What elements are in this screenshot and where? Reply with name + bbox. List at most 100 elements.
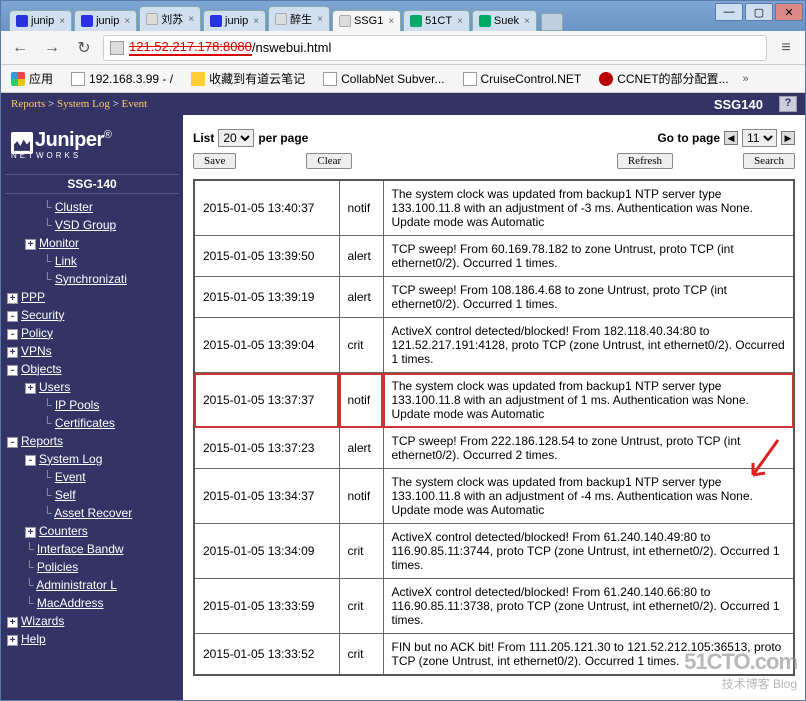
- tree-node[interactable]: └ Administrator L: [5, 576, 179, 594]
- tree-node[interactable]: +Users: [5, 378, 179, 396]
- tree-node[interactable]: └ IP Pools: [5, 396, 179, 414]
- browser-tab[interactable]: SSG1×: [332, 10, 401, 31]
- bookmark-item[interactable]: CruiseControl.NET: [459, 68, 586, 89]
- tree-link[interactable]: Certificates: [55, 416, 115, 430]
- browser-tab[interactable]: Suek×: [472, 10, 537, 31]
- close-window-button[interactable]: ✕: [775, 3, 803, 21]
- browser-tab[interactable]: 醉生×: [268, 6, 330, 31]
- refresh-button[interactable]: Refresh: [617, 153, 673, 169]
- minimize-button[interactable]: —: [715, 3, 743, 21]
- tree-toggle-icon[interactable]: -: [25, 455, 36, 466]
- tree-node[interactable]: +VPNs: [5, 342, 179, 360]
- url-input[interactable]: 121.52.217.178:8080/nswebui.html: [103, 35, 767, 61]
- tree-node[interactable]: └ Synchronizati: [5, 270, 179, 288]
- chrome-menu-button[interactable]: ≡: [773, 35, 799, 61]
- clear-button[interactable]: Clear: [306, 153, 352, 169]
- tree-link[interactable]: Event: [55, 470, 86, 484]
- browser-tab[interactable]: 51CT×: [403, 10, 470, 31]
- tree-link[interactable]: Administrator L: [36, 578, 117, 592]
- page-next-button[interactable]: ▶: [781, 131, 795, 145]
- tree-link[interactable]: System Log: [39, 452, 102, 466]
- breadcrumb-systemlog[interactable]: System Log: [57, 98, 110, 110]
- breadcrumb-reports[interactable]: Reports: [11, 98, 45, 110]
- browser-tab[interactable]: junip×: [203, 10, 266, 31]
- tree-toggle-icon[interactable]: +: [7, 293, 18, 304]
- tree-link[interactable]: Policies: [37, 560, 78, 574]
- tree-link[interactable]: Link: [55, 254, 77, 268]
- tab-close-icon[interactable]: ×: [524, 16, 530, 27]
- new-tab-button[interactable]: [541, 13, 563, 31]
- tree-link[interactable]: MacAddress: [37, 596, 104, 610]
- tree-link[interactable]: IP Pools: [55, 398, 99, 412]
- tab-close-icon[interactable]: ×: [317, 14, 323, 25]
- help-button[interactable]: ?: [779, 96, 797, 112]
- tree-node[interactable]: +PPP: [5, 288, 179, 306]
- tree-node[interactable]: -Policy: [5, 324, 179, 342]
- tree-toggle-icon[interactable]: -: [7, 437, 18, 448]
- tab-close-icon[interactable]: ×: [253, 16, 259, 27]
- tree-link[interactable]: Counters: [39, 524, 88, 538]
- per-page-select[interactable]: 20: [218, 129, 254, 147]
- tree-node[interactable]: └ Policies: [5, 558, 179, 576]
- tree-toggle-icon[interactable]: +: [25, 239, 36, 250]
- tree-link[interactable]: Self: [55, 488, 76, 502]
- tree-link[interactable]: Help: [21, 632, 46, 646]
- tree-node[interactable]: └ Asset Recover: [5, 504, 179, 522]
- maximize-button[interactable]: ▢: [745, 3, 773, 21]
- tab-close-icon[interactable]: ×: [188, 14, 194, 25]
- bookmarks-overflow[interactable]: »: [743, 73, 749, 85]
- tree-node[interactable]: +Help: [5, 630, 179, 648]
- tree-node[interactable]: └ Link: [5, 252, 179, 270]
- tree-node[interactable]: -Security: [5, 306, 179, 324]
- search-button[interactable]: Search: [743, 153, 795, 169]
- tree-toggle-icon[interactable]: +: [7, 347, 18, 358]
- tree-node[interactable]: └ Certificates: [5, 414, 179, 432]
- tree-node[interactable]: -Reports: [5, 432, 179, 450]
- tree-node[interactable]: └ Event: [5, 468, 179, 486]
- tree-link[interactable]: Security: [21, 308, 64, 322]
- tree-toggle-icon[interactable]: +: [25, 383, 36, 394]
- tree-link[interactable]: Monitor: [39, 236, 79, 250]
- tree-node[interactable]: └ Self: [5, 486, 179, 504]
- tree-node[interactable]: └ VSD Group: [5, 216, 179, 234]
- page-prev-button[interactable]: ◀: [724, 131, 738, 145]
- tree-node[interactable]: └ Interface Bandw: [5, 540, 179, 558]
- tree-link[interactable]: VPNs: [21, 344, 52, 358]
- browser-tab[interactable]: 刘苏×: [139, 6, 201, 31]
- browser-tab[interactable]: junip×: [74, 10, 137, 31]
- bookmark-item[interactable]: 收藏到有道云笔记: [187, 68, 309, 89]
- apps-shortcut[interactable]: 应用: [7, 68, 57, 89]
- tree-node[interactable]: └ MacAddress: [5, 594, 179, 612]
- tree-node[interactable]: └ Cluster: [5, 198, 179, 216]
- tab-close-icon[interactable]: ×: [124, 16, 130, 27]
- back-button[interactable]: ←: [7, 35, 33, 61]
- tree-link[interactable]: Policy: [21, 326, 53, 340]
- bookmark-item[interactable]: CCNET的部分配置...: [595, 68, 732, 89]
- forward-button[interactable]: →: [39, 35, 65, 61]
- reload-button[interactable]: ↻: [71, 35, 97, 61]
- tree-node[interactable]: +Counters: [5, 522, 179, 540]
- page-select[interactable]: 11: [742, 129, 777, 147]
- tree-link[interactable]: Wizards: [21, 614, 64, 628]
- tree-link[interactable]: Users: [39, 380, 70, 394]
- tree-node[interactable]: -System Log: [5, 450, 179, 468]
- tab-close-icon[interactable]: ×: [457, 16, 463, 27]
- bookmark-item[interactable]: 192.168.3.99 - /: [67, 68, 177, 89]
- tree-link[interactable]: Reports: [21, 434, 63, 448]
- tree-link[interactable]: Asset Recover: [54, 506, 132, 520]
- tree-toggle-icon[interactable]: -: [7, 311, 18, 322]
- tree-link[interactable]: PPP: [21, 290, 45, 304]
- tree-toggle-icon[interactable]: -: [7, 365, 18, 376]
- tab-close-icon[interactable]: ×: [388, 16, 394, 27]
- tree-toggle-icon[interactable]: +: [25, 527, 36, 538]
- tree-toggle-icon[interactable]: +: [7, 617, 18, 628]
- tree-link[interactable]: VSD Group: [55, 218, 116, 232]
- browser-tab[interactable]: junip×: [9, 10, 72, 31]
- tab-close-icon[interactable]: ×: [59, 16, 65, 27]
- tree-link[interactable]: Cluster: [55, 200, 93, 214]
- tree-link[interactable]: Interface Bandw: [37, 542, 124, 556]
- tree-toggle-icon[interactable]: -: [7, 329, 18, 340]
- tree-node[interactable]: +Wizards: [5, 612, 179, 630]
- save-button[interactable]: Save: [193, 153, 236, 169]
- tree-link[interactable]: Synchronizati: [55, 272, 127, 286]
